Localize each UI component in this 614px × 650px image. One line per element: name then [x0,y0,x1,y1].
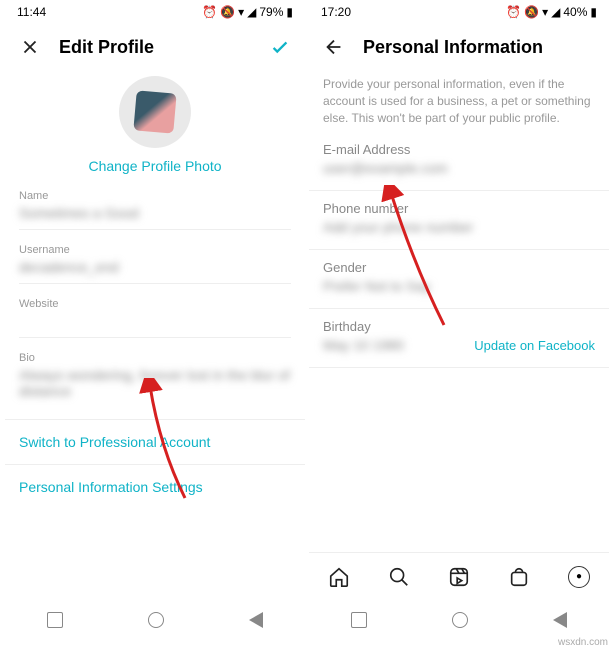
battery-icon: ▮ [286,5,293,19]
home-icon[interactable] [148,612,164,628]
status-time: 17:20 [321,5,351,19]
wifi-icon: ▾ [238,5,244,19]
name-value: Sometimes a Good [19,205,291,223]
close-icon[interactable] [19,36,41,58]
page-title: Personal Information [363,37,543,58]
wifi-icon: ▾ [542,5,548,19]
search-nav-icon[interactable] [388,566,410,588]
battery-icon: ▮ [590,5,597,19]
shop-nav-icon[interactable] [508,566,530,588]
status-icons: ⏰ 🔕 ▾ ◢ 79% ▮ [202,5,293,19]
edit-profile-screen: 11:44 ⏰ 🔕 ▾ ◢ 79% ▮ Edit Profile Change … [5,0,305,640]
website-label: Website [19,298,291,310]
personal-info-settings-link[interactable]: Personal Information Settings [5,465,305,509]
description: Provide your personal information, even … [309,70,609,142]
reels-nav-icon[interactable] [448,566,470,588]
username-value: decadence_end [19,259,291,277]
email-field[interactable]: E-mail Address user@example.com [309,142,609,191]
username-label: Username [19,244,291,256]
name-label: Name [19,190,291,202]
phone-value: Add your phone number [323,219,595,235]
back-icon[interactable] [249,612,263,628]
gender-value: Prefer Not to Say [323,278,595,294]
birthday-label: Birthday [323,319,404,334]
back-icon[interactable] [553,612,567,628]
website-value [19,313,291,331]
battery-percent: 79% [259,5,283,19]
dnd-icon: 🔕 [524,5,539,19]
avatar-section: Change Profile Photo [5,70,305,178]
username-field[interactable]: Username decadence_end [19,244,291,284]
home-nav-icon[interactable] [328,566,350,588]
name-field[interactable]: Name Sometimes a Good [19,190,291,230]
header: Personal Information [309,24,609,70]
alarm-icon: ⏰ [202,5,217,19]
recent-apps-icon[interactable] [351,612,367,628]
header: Edit Profile [5,24,305,70]
status-bar: 11:44 ⏰ 🔕 ▾ ◢ 79% ▮ [5,0,305,24]
status-icons: ⏰ 🔕 ▾ ◢ 40% ▮ [506,5,597,19]
update-facebook-link[interactable]: Update on Facebook [474,338,595,353]
status-bar: 17:20 ⏰ 🔕 ▾ ◢ 40% ▮ [309,0,609,24]
home-icon[interactable] [452,612,468,628]
bio-label: Bio [19,352,291,364]
phone-field[interactable]: Phone number Add your phone number [309,201,609,250]
alarm-icon: ⏰ [506,5,521,19]
phone-label: Phone number [323,201,595,216]
change-photo-link[interactable]: Change Profile Photo [88,158,221,174]
bio-value: Always wondering, forever lost in the bl… [19,367,291,399]
page-title: Edit Profile [59,37,154,58]
signal-icon: ◢ [551,5,560,19]
website-field[interactable]: Website [19,298,291,338]
birthday-value: May 10 1980 [323,337,404,353]
dnd-icon: 🔕 [220,5,235,19]
avatar[interactable] [119,76,191,148]
system-nav [309,600,609,640]
confirm-icon[interactable] [269,36,291,58]
signal-icon: ◢ [247,5,256,19]
gender-label: Gender [323,260,595,275]
bottom-nav: ● [309,552,609,600]
profile-nav-icon[interactable]: ● [568,566,590,588]
personal-info-screen: 17:20 ⏰ 🔕 ▾ ◢ 40% ▮ Personal Information… [309,0,609,640]
back-arrow-icon[interactable] [323,36,345,58]
switch-professional-link[interactable]: Switch to Professional Account [5,420,305,465]
system-nav [5,600,305,640]
email-label: E-mail Address [323,142,595,157]
watermark: wsxdn.com [558,637,608,648]
email-value: user@example.com [323,160,595,176]
recent-apps-icon[interactable] [47,612,63,628]
status-time: 11:44 [17,5,46,19]
bio-field[interactable]: Bio Always wondering, forever lost in th… [19,352,291,405]
birthday-field[interactable]: Birthday May 10 1980 Update on Facebook [309,319,609,368]
gender-field[interactable]: Gender Prefer Not to Say [309,260,609,309]
battery-percent: 40% [563,5,587,19]
